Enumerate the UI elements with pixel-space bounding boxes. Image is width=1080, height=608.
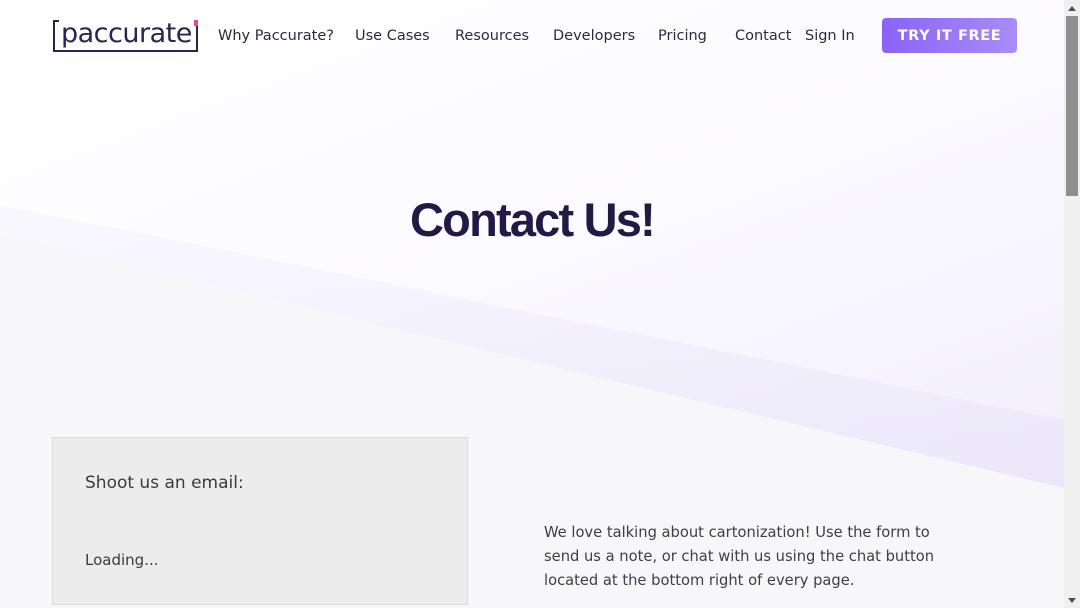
nav-pricing[interactable]: Pricing — [658, 28, 707, 44]
nav-use-cases[interactable]: Use Cases — [355, 28, 430, 44]
nav-why-paccurate[interactable]: Why Paccurate? — [218, 28, 334, 44]
page-background: paccurate Why Paccurate? Use Cases Resou… — [0, 0, 1064, 608]
page-title: Contact Us! — [410, 193, 656, 246]
logo-text: paccurate — [61, 18, 192, 49]
nav-resources[interactable]: Resources — [455, 28, 529, 44]
scroll-down-arrow-icon[interactable] — [1064, 592, 1080, 608]
email-card: Shoot us an email: Loading... — [52, 437, 468, 605]
paccurate-logo[interactable]: paccurate — [53, 18, 200, 54]
nav-sign-in[interactable]: Sign In — [805, 28, 855, 44]
nav-contact[interactable]: Contact — [735, 28, 791, 44]
contact-intro-text: We love talking about cartonization! Use… — [544, 524, 935, 589]
logo-corner-accent — [194, 20, 198, 26]
email-card-loading-status: Loading... — [85, 551, 159, 569]
scrollbar-thumb[interactable] — [1066, 16, 1078, 196]
scroll-up-arrow-icon[interactable] — [1064, 0, 1080, 16]
vertical-scrollbar[interactable] — [1064, 0, 1080, 608]
email-card-heading: Shoot us an email: — [85, 473, 244, 493]
try-it-free-button[interactable]: TRY IT FREE — [882, 18, 1017, 53]
nav-developers[interactable]: Developers — [553, 28, 635, 44]
